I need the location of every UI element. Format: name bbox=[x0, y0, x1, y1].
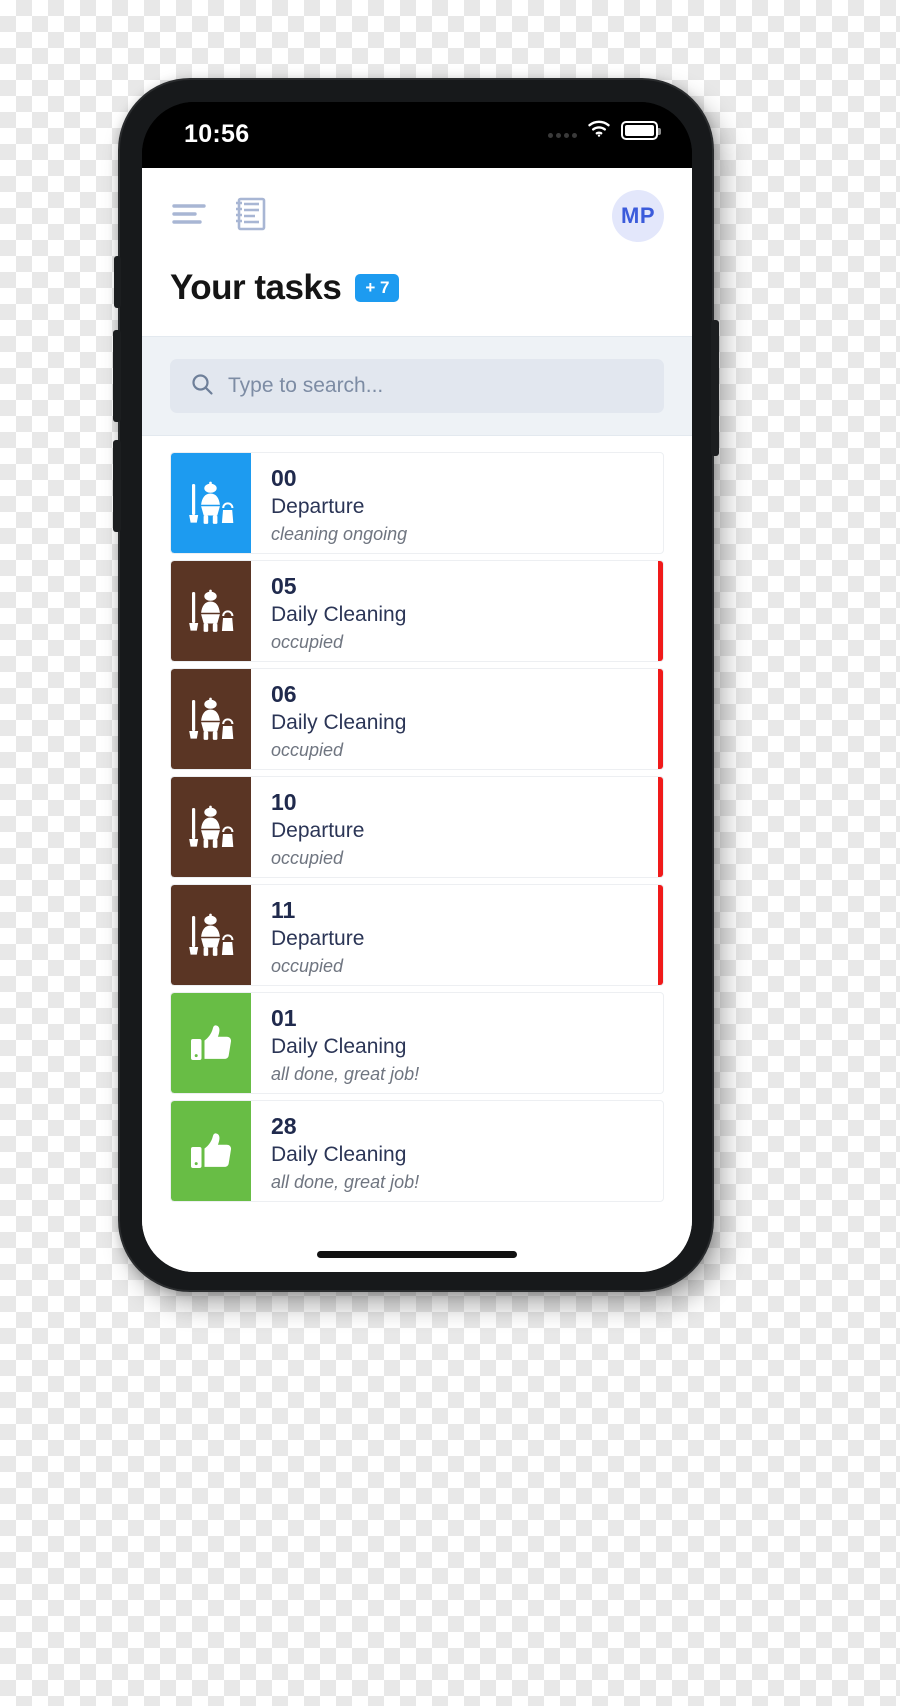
hamburger-list-icon[interactable] bbox=[170, 199, 210, 234]
task-type: Departure bbox=[271, 818, 365, 842]
notebook-icon[interactable] bbox=[232, 195, 268, 238]
task-thumbnail bbox=[171, 1101, 251, 1201]
phone-power-button[interactable] bbox=[711, 320, 719, 456]
task-priority-flag bbox=[658, 561, 663, 661]
task-card[interactable]: 06 Daily Cleaning occupied bbox=[170, 668, 664, 770]
thumbs-up-icon bbox=[187, 1127, 235, 1175]
task-room-number: 28 bbox=[271, 1113, 297, 1139]
task-room-number: 00 bbox=[271, 465, 297, 491]
search-input[interactable] bbox=[228, 374, 644, 398]
notch bbox=[302, 102, 532, 136]
cleaning-person-icon bbox=[187, 478, 235, 528]
page-title: Your tasks bbox=[170, 268, 342, 307]
task-text: 00 Departure cleaning ongoing bbox=[251, 453, 663, 553]
task-text: 11 Departure occupied bbox=[251, 885, 663, 985]
task-card[interactable]: 11 Departure occupied bbox=[170, 884, 664, 986]
task-thumbnail bbox=[171, 453, 251, 553]
status-bar-time: 10:56 bbox=[184, 120, 250, 148]
task-room-number: 06 bbox=[271, 681, 297, 707]
task-count-badge: + 7 bbox=[355, 274, 400, 302]
task-text: 28 Daily Cleaning all done, great job! bbox=[251, 1101, 663, 1201]
task-status: cleaning ongoing bbox=[271, 523, 408, 544]
task-text: 06 Daily Cleaning occupied bbox=[251, 669, 663, 769]
task-room-number: 05 bbox=[271, 573, 297, 599]
phone-volume-up-button[interactable] bbox=[113, 330, 121, 422]
task-thumbnail bbox=[171, 669, 251, 769]
task-type: Departure bbox=[271, 494, 365, 518]
cleaning-person-icon bbox=[187, 910, 235, 960]
task-status: occupied bbox=[271, 631, 344, 652]
task-status: all done, great job! bbox=[271, 1171, 420, 1192]
task-room-number: 01 bbox=[271, 1005, 297, 1031]
app-header: MP Your tasks + 7 bbox=[142, 168, 692, 336]
task-thumbnail bbox=[171, 993, 251, 1093]
status-bar: 10:56 bbox=[142, 102, 692, 168]
task-card[interactable]: 28 Daily Cleaning all done, great job! bbox=[170, 1100, 664, 1202]
task-text: 01 Daily Cleaning all done, great job! bbox=[251, 993, 663, 1093]
task-status: occupied bbox=[271, 847, 344, 868]
status-bar-indicators bbox=[548, 118, 661, 143]
task-room-number: 10 bbox=[271, 789, 297, 815]
task-thumbnail bbox=[171, 885, 251, 985]
task-priority-flag bbox=[658, 885, 663, 985]
wifi-icon bbox=[586, 118, 612, 143]
app-content: MP Your tasks + 7 Type to search... 00 D… bbox=[142, 168, 692, 1272]
signal-dots-icon bbox=[548, 124, 577, 138]
cleaning-person-icon bbox=[187, 802, 235, 852]
task-priority-flag bbox=[658, 669, 663, 769]
task-list[interactable]: 00 Departure cleaning ongoing 05 Daily Clea… bbox=[142, 436, 692, 1272]
task-thumbnail bbox=[171, 561, 251, 661]
task-type: Daily Cleaning bbox=[271, 1034, 407, 1058]
thumbs-up-icon bbox=[187, 1019, 235, 1067]
battery-full-icon bbox=[621, 121, 661, 140]
task-status: all done, great job! bbox=[271, 1063, 420, 1084]
task-card[interactable]: 05 Daily Cleaning occupied bbox=[170, 560, 664, 662]
search-icon bbox=[190, 372, 214, 401]
phone-silent-switch[interactable] bbox=[114, 256, 121, 308]
task-room-number: 11 bbox=[271, 897, 296, 923]
cleaning-person-icon bbox=[187, 694, 235, 744]
task-priority-flag bbox=[658, 777, 663, 877]
avatar[interactable]: MP bbox=[612, 190, 664, 242]
task-type: Daily Cleaning bbox=[271, 602, 407, 626]
search-zone bbox=[142, 336, 692, 436]
phone-body: 10:56 MP Your tasks + 7 Type to search..… bbox=[113, 78, 719, 1292]
phone-mockup: 10:56 MP Your tasks + 7 Type to search..… bbox=[113, 78, 719, 1292]
task-type: Daily Cleaning bbox=[271, 710, 407, 734]
task-text: 05 Daily Cleaning occupied bbox=[251, 561, 663, 661]
home-indicator[interactable] bbox=[317, 1251, 517, 1258]
task-type: Daily Cleaning bbox=[271, 1142, 407, 1166]
task-status: occupied bbox=[271, 739, 344, 760]
task-card[interactable]: 10 Departure occupied bbox=[170, 776, 664, 878]
task-text: 10 Departure occupied bbox=[251, 777, 663, 877]
task-status: occupied bbox=[271, 955, 344, 976]
phone-volume-down-button[interactable] bbox=[113, 440, 121, 532]
task-card[interactable]: 01 Daily Cleaning all done, great job! bbox=[170, 992, 664, 1094]
phone-screen: 10:56 MP Your tasks + 7 Type to search..… bbox=[142, 102, 692, 1272]
header-icons-row: MP bbox=[170, 190, 664, 242]
task-thumbnail bbox=[171, 777, 251, 877]
task-type: Departure bbox=[271, 926, 365, 950]
search-box[interactable] bbox=[170, 359, 664, 413]
cleaning-person-icon bbox=[187, 586, 235, 636]
page-title-row: Your tasks + 7 bbox=[170, 242, 664, 336]
task-card[interactable]: 00 Departure cleaning ongoing bbox=[170, 452, 664, 554]
